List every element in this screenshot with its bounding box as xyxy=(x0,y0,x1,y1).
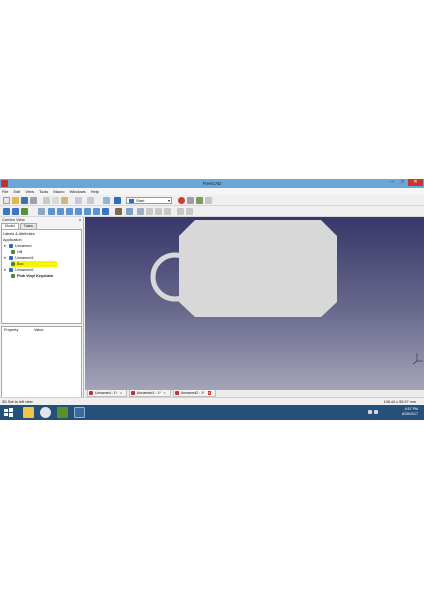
view-front-icon[interactable] xyxy=(48,208,55,215)
property-column-header: Property xyxy=(4,328,19,332)
network-icon[interactable] xyxy=(368,410,372,414)
clock-date: 8/28/2017 xyxy=(402,412,418,416)
freecad-icon xyxy=(130,391,135,395)
workbench-label: Start xyxy=(136,198,145,203)
minimize-button[interactable]: – xyxy=(388,179,397,186)
stop-macro-icon[interactable] xyxy=(187,197,194,204)
document-tabs: Unnamed : 1* x Unnamed1 : 1* x Unnamed2 : … xyxy=(85,390,424,397)
freecad-taskbar-icon[interactable] xyxy=(74,407,85,418)
volume-icon[interactable] xyxy=(374,410,378,414)
status-bar: 3D Set to left view 108.44 x 55.97 mm xyxy=(0,397,424,405)
main-toolbar: Start ▾ xyxy=(0,195,424,206)
workbench-icon xyxy=(129,199,134,203)
menu-tools[interactable]: Tools xyxy=(39,188,48,195)
zoom-selection-icon[interactable] xyxy=(12,208,19,215)
view-rear-icon[interactable] xyxy=(75,208,82,215)
maximize-button[interactable]: □ xyxy=(398,179,407,186)
clock[interactable]: 4:57 PM 8/28/2017 xyxy=(402,407,418,417)
close-icon[interactable]: x xyxy=(120,391,122,395)
screen: FreeCAD – □ ✕ File Edit View Tools Macro… xyxy=(0,179,424,420)
undo-icon[interactable] xyxy=(75,197,82,204)
combo-view: Combo View x Model Tasks Labels & Attrib… xyxy=(0,217,84,413)
measure-icon[interactable] xyxy=(115,208,122,215)
window-title: FreeCAD xyxy=(202,181,222,186)
view-right-icon[interactable] xyxy=(66,208,73,215)
menu-help[interactable]: Help xyxy=(91,188,99,195)
expand-icon[interactable]: ▾ xyxy=(4,255,6,261)
close-icon[interactable]: x xyxy=(207,391,212,395)
whats-this-icon[interactable] xyxy=(114,197,121,204)
solid-icon xyxy=(11,262,15,266)
new-icon[interactable] xyxy=(3,197,10,204)
nav-forward-icon[interactable] xyxy=(155,208,162,215)
freecad-icon xyxy=(174,391,179,395)
windows-start-icon[interactable] xyxy=(3,407,14,418)
paste-icon[interactable] xyxy=(61,197,68,204)
doc-tab-unnamed1[interactable]: Unnamed1 : 1* x xyxy=(128,390,171,397)
menu-windows[interactable]: Windows xyxy=(69,188,85,195)
zoom-fit-icon[interactable] xyxy=(3,208,10,215)
link-icon[interactable] xyxy=(164,208,171,215)
doc-tab-label: Unnamed : 1* xyxy=(95,391,117,395)
keychain-body xyxy=(179,220,337,317)
group-icon[interactable] xyxy=(137,208,144,215)
menu-file[interactable]: File xyxy=(2,188,8,195)
menu-bar: File Edit View Tools Macro Windows Help xyxy=(0,188,424,195)
nav-back-icon[interactable] xyxy=(146,208,153,215)
redo-icon[interactable] xyxy=(87,197,94,204)
model-tree: Labels & Attributes Application ▾ Unname… xyxy=(1,229,82,324)
document-icon xyxy=(9,268,13,272)
part-icon[interactable] xyxy=(126,208,133,215)
menu-edit[interactable]: Edit xyxy=(13,188,20,195)
view-isometric-icon[interactable] xyxy=(38,208,45,215)
play-macro-icon[interactable] xyxy=(205,197,212,204)
close-button[interactable]: ✕ xyxy=(408,179,423,186)
freecad-icon xyxy=(89,391,93,395)
solid-icon xyxy=(11,250,15,254)
save-icon[interactable] xyxy=(21,197,28,204)
property-panel: Property Value xyxy=(1,326,82,407)
menu-view[interactable]: View xyxy=(25,188,34,195)
draw-style-icon[interactable] xyxy=(21,208,28,215)
expand-icon[interactable]: ▾ xyxy=(4,267,6,273)
view-left-icon[interactable] xyxy=(93,208,100,215)
view-toolbar xyxy=(0,206,424,217)
doc-tab-unnamed2[interactable]: Unnamed2 : 1* x xyxy=(172,390,217,397)
cut-icon[interactable] xyxy=(43,197,50,204)
tree-item-pink-vinyl-keychain[interactable]: Pink Vinyl Keychain xyxy=(11,273,81,279)
view-top-icon[interactable] xyxy=(57,208,64,215)
file-explorer-icon[interactable] xyxy=(23,407,34,418)
minecraft-icon[interactable] xyxy=(57,407,68,418)
taskbar: 4:57 PM 8/28/2017 xyxy=(0,405,424,420)
open-icon[interactable] xyxy=(12,197,19,204)
keychain-shape[interactable] xyxy=(85,217,424,390)
record-macro-icon[interactable] xyxy=(178,197,185,204)
doc-tab-label: Unnamed2 : 1* xyxy=(180,391,205,395)
value-column-header: Value xyxy=(34,328,44,332)
copy-icon[interactable] xyxy=(52,197,59,204)
document-icon xyxy=(9,256,13,260)
chrome-icon[interactable] xyxy=(40,407,51,418)
tree-label: Pink Vinyl Keychain xyxy=(17,274,54,278)
view-bottom-icon[interactable] xyxy=(84,208,91,215)
view-left-active-icon[interactable] xyxy=(102,208,109,215)
document-icon xyxy=(9,244,13,248)
expand-icon[interactable]: ▾ xyxy=(4,243,6,249)
close-icon[interactable]: x xyxy=(164,391,166,395)
title-bar: FreeCAD – □ ✕ xyxy=(0,179,424,188)
tool-a-icon[interactable] xyxy=(177,208,184,215)
close-icon[interactable]: x xyxy=(79,217,81,223)
axis-indicator-icon xyxy=(412,353,423,365)
refresh-icon[interactable] xyxy=(103,197,110,204)
tool-b-icon[interactable] xyxy=(186,208,193,215)
solid-icon xyxy=(11,274,15,278)
doc-tab-unnamed[interactable]: Unnamed : 1* x xyxy=(87,390,127,397)
chevron-down-icon: ▾ xyxy=(167,198,170,203)
print-icon[interactable] xyxy=(30,197,37,204)
workbench-select[interactable]: Start ▾ xyxy=(126,197,172,204)
edit-macro-icon[interactable] xyxy=(196,197,203,204)
doc-tab-label: Unnamed1 : 1* xyxy=(136,391,161,395)
menu-macro[interactable]: Macro xyxy=(53,188,64,195)
3d-view[interactable] xyxy=(85,217,424,390)
